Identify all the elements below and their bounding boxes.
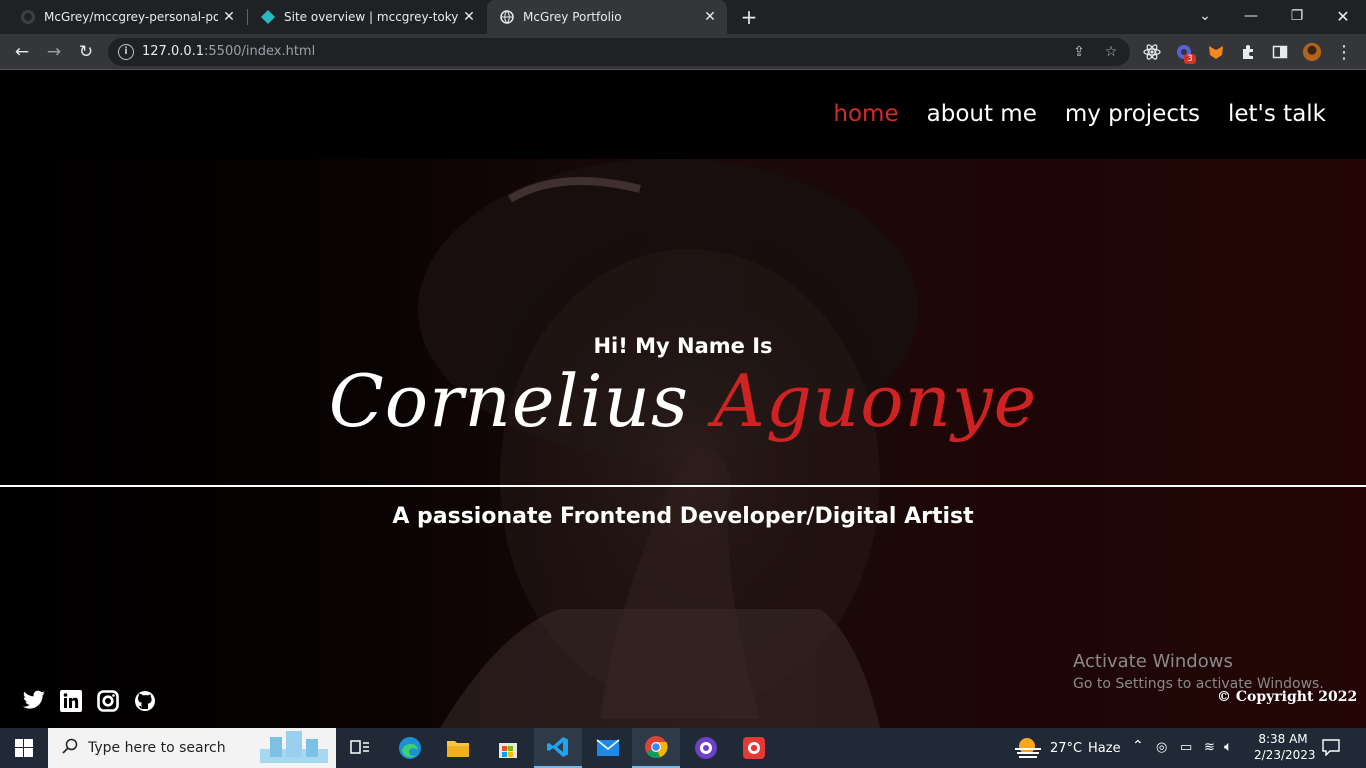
tab-close-icon[interactable]: ✕ <box>458 9 480 25</box>
meet-now-icon[interactable]: ◎ <box>1156 740 1167 755</box>
file-explorer-icon[interactable] <box>434 728 482 768</box>
back-icon[interactable]: ← <box>10 40 34 64</box>
globe-favicon-icon <box>499 9 515 25</box>
date-text: 2/23/2023 <box>1254 748 1316 762</box>
github-favicon-icon <box>20 9 36 25</box>
tab-close-icon[interactable]: ✕ <box>218 9 240 25</box>
tab-netlify[interactable]: Site overview | mccgrey-tokyo ✕ <box>248 0 486 34</box>
battery-icon[interactable]: ▭ <box>1180 740 1192 755</box>
weather-haze-icon[interactable] <box>1015 737 1041 762</box>
search-icon <box>62 738 78 758</box>
hero-section <box>0 159 1366 728</box>
nav-lets-talk[interactable]: let's talk <box>1228 101 1326 127</box>
twitter-icon[interactable] <box>22 689 46 713</box>
share-icon[interactable]: ⇪ <box>1070 43 1088 61</box>
reload-icon[interactable]: ↻ <box>74 40 98 64</box>
main-nav: home about me my projects let's talk <box>833 101 1326 127</box>
wifi-icon[interactable]: ≋ <box>1204 740 1215 755</box>
tab-search-icon[interactable]: ⌄ <box>1182 0 1228 32</box>
vscode-icon[interactable] <box>534 728 582 768</box>
nav-home[interactable]: home <box>833 101 898 127</box>
tab-title: McGrey/mccgrey-personal-portf <box>44 10 218 24</box>
close-window-icon[interactable]: ✕ <box>1320 0 1366 32</box>
windows-start-icon[interactable] <box>0 728 48 768</box>
site-info-icon[interactable]: i <box>118 44 134 60</box>
profile-avatar[interactable] <box>1302 42 1322 62</box>
volume-icon[interactable]: 🔈︎ <box>1224 739 1232 755</box>
full-name-heading: Cornelius Aguonye <box>0 359 1366 443</box>
activate-windows-watermark: Activate Windows Go to Settings to activ… <box>1073 651 1324 692</box>
tab-close-icon[interactable]: ✕ <box>699 9 721 25</box>
chrome-icon[interactable] <box>632 728 680 768</box>
notification-icon[interactable] <box>1322 738 1340 759</box>
time-text: 8:38 AM <box>1258 732 1308 746</box>
linkedin-icon[interactable] <box>59 689 83 713</box>
task-view-icon[interactable] <box>336 728 384 768</box>
divider <box>0 485 1366 487</box>
extension-badge: 3 <box>1184 54 1196 64</box>
weather-condition[interactable]: Haze <box>1088 741 1121 756</box>
greeting-text: Hi! My Name Is <box>593 334 773 358</box>
screen-recorder-icon[interactable] <box>730 728 778 768</box>
last-name: Aguonye <box>712 359 1038 443</box>
social-links <box>22 689 157 713</box>
copyright-text: © Copyright 2022 <box>1217 689 1358 705</box>
instagram-icon[interactable] <box>96 689 120 713</box>
browser-toolbar: ← → ↻ i 127.0.0.1:5500/index.html ⇪ ☆ 3 … <box>0 34 1366 70</box>
chevron-up-icon[interactable]: ⌃ <box>1132 738 1144 754</box>
extensions-puzzle-icon[interactable] <box>1238 42 1258 62</box>
search-placeholder: Type here to search <box>88 740 226 756</box>
tab-github[interactable]: McGrey/mccgrey-personal-portf ✕ <box>0 0 246 34</box>
tab-title: Site overview | mccgrey-tokyo <box>284 10 458 24</box>
bookmark-star-icon[interactable]: ☆ <box>1102 43 1120 61</box>
address-bar[interactable]: i 127.0.0.1:5500/index.html ⇪ ☆ <box>108 38 1130 66</box>
react-devtools-icon[interactable] <box>1142 42 1162 62</box>
microsoft-store-icon[interactable] <box>484 728 532 768</box>
minimize-icon[interactable]: — <box>1228 0 1274 32</box>
portrait-background-image <box>418 159 925 728</box>
mail-icon[interactable] <box>584 728 632 768</box>
new-tab-button[interactable]: + <box>738 4 760 30</box>
browser-tab-strip: McGrey/mccgrey-personal-portf ✕ Site ove… <box>0 0 1366 34</box>
portfolio-page: home about me my projects let's talk Hi!… <box>0 71 1366 728</box>
nav-my-projects[interactable]: my projects <box>1065 101 1200 127</box>
netlify-favicon-icon <box>260 9 276 25</box>
edge-browser-icon[interactable] <box>386 728 434 768</box>
github-desktop-icon[interactable] <box>682 728 730 768</box>
clock[interactable]: 8:38 AM 2/23/2023 <box>1254 732 1316 762</box>
browser-menu-icon[interactable]: ⋮ <box>1334 42 1354 63</box>
tagline-text: A passionate Frontend Developer/Digital … <box>392 504 974 529</box>
forward-icon[interactable]: → <box>42 40 66 64</box>
github-icon[interactable] <box>133 689 157 713</box>
restore-icon[interactable]: ❐ <box>1274 0 1320 32</box>
nav-about-me[interactable]: about me <box>927 101 1037 127</box>
metamask-icon[interactable] <box>1206 42 1226 62</box>
search-highlight-illustration <box>256 729 332 767</box>
taskbar-search-box[interactable]: Type here to search <box>48 728 336 768</box>
tab-title: McGrey Portfolio <box>523 10 622 24</box>
url-text[interactable]: 127.0.0.1:5500/index.html <box>142 44 315 59</box>
activate-windows-title: Activate Windows <box>1073 651 1233 672</box>
first-name: Cornelius <box>328 359 689 443</box>
windows-taskbar: Type here to search 27°C Haze ⌃ ◎ ▭ ≋ 🔈︎… <box>0 728 1366 768</box>
extension-gear-icon[interactable]: 3 <box>1174 42 1196 64</box>
side-panel-icon[interactable] <box>1270 42 1290 62</box>
tab-portfolio[interactable]: McGrey Portfolio ✕ <box>487 0 727 34</box>
weather-temperature[interactable]: 27°C <box>1050 741 1082 756</box>
